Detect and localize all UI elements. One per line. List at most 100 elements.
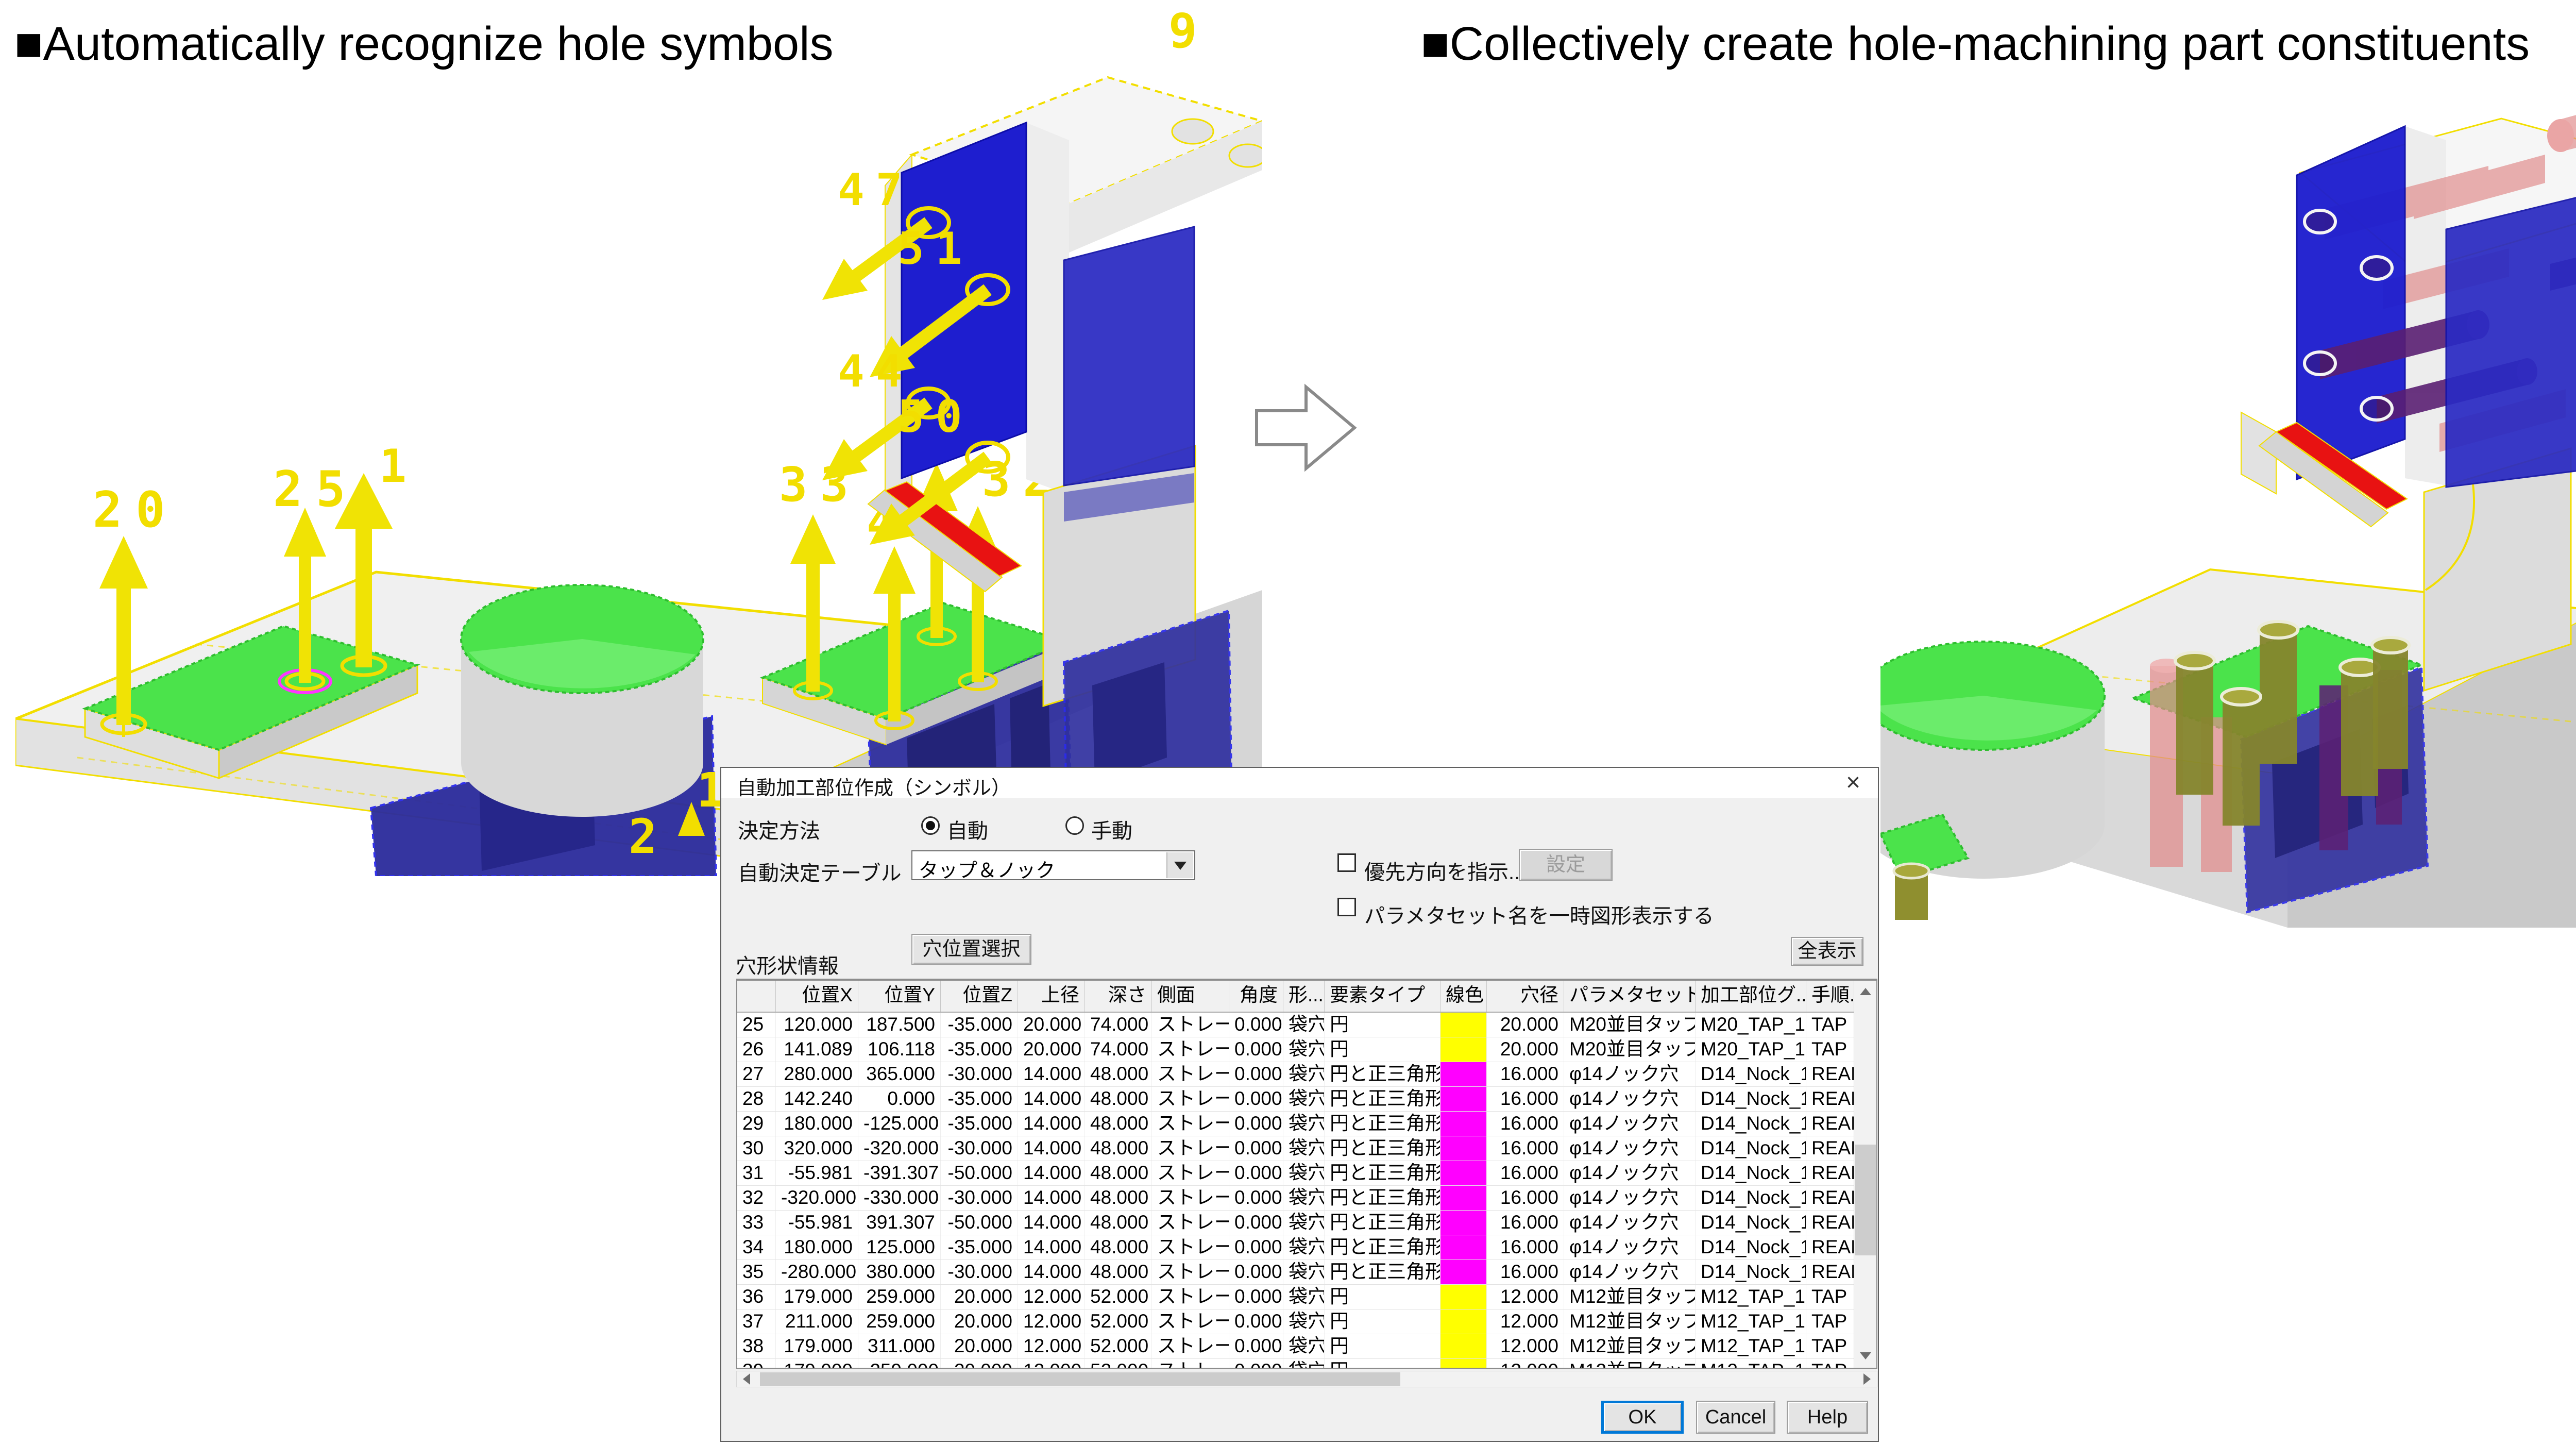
line-color-swatch (1440, 1334, 1486, 1358)
table-cell: M20_TAP_1 (1696, 1013, 1806, 1037)
table-row[interactable]: 25120.000187.500-35.00020.00074.000ストレート… (737, 1013, 1876, 1037)
vertical-scroll-thumb[interactable] (1855, 1145, 1876, 1255)
priority-direction-label[interactable]: 優先方向を指示... (1364, 855, 1526, 885)
radio-auto-label[interactable]: 自動 (947, 814, 988, 844)
paramset-display-label[interactable]: パラメタセット名を一時図形表示する (1364, 899, 1714, 929)
scroll-up-button[interactable] (1854, 981, 1877, 1003)
column-header[interactable]: 角度 (1229, 981, 1283, 1012)
show-all-button[interactable]: 全表示 (1791, 937, 1863, 966)
table-row[interactable]: 38179.000311.00020.00012.00052.000ストレート0… (737, 1334, 1876, 1359)
arrow-number: 51 (897, 223, 974, 275)
column-header[interactable]: 手順... (1806, 981, 1855, 1012)
help-button[interactable]: Help (1787, 1401, 1868, 1434)
table-cell: ストレート (1152, 1062, 1229, 1086)
table-row[interactable]: 36179.000259.00020.00012.00052.000ストレート0… (737, 1285, 1876, 1309)
table-row[interactable]: 26141.089106.118-35.00020.00074.000ストレート… (737, 1037, 1876, 1062)
horizontal-scroll-thumb[interactable] (760, 1372, 1400, 1386)
table-cell: 120.000 (776, 1013, 858, 1037)
column-header[interactable]: 形... (1283, 981, 1325, 1012)
blue-panel-right-face (1064, 227, 1194, 485)
table-cell: REAM (1806, 1087, 1855, 1111)
table-row[interactable]: 32-320.000-330.000-30.00014.00048.000ストレ… (737, 1186, 1876, 1211)
column-header[interactable]: 位置X (776, 981, 858, 1012)
vertical-scrollbar[interactable] (1854, 981, 1876, 1368)
column-header[interactable]: 側面 (1152, 981, 1229, 1012)
table-cell: REAM (1806, 1186, 1855, 1210)
column-header[interactable]: 穴径 (1487, 981, 1564, 1012)
table-cell: 16.000 (1487, 1112, 1564, 1136)
method-label: 決定方法 (738, 814, 820, 844)
table-cell: 29 (737, 1112, 776, 1136)
dropdown-button[interactable] (1166, 852, 1193, 878)
column-header[interactable]: パラメタセット (1564, 981, 1696, 1012)
column-header[interactable]: 線色 (1440, 981, 1487, 1012)
table-cell: REAM (1806, 1260, 1855, 1284)
ok-button[interactable]: OK (1601, 1401, 1684, 1434)
hole-position-select-button[interactable]: 穴位置選択 (911, 934, 1031, 965)
table-cell: 袋穴 (1283, 1087, 1325, 1111)
table-row[interactable]: 35-280.000380.000-30.00014.00048.000ストレー… (737, 1260, 1876, 1285)
paramset-display-checkbox[interactable] (1337, 898, 1356, 916)
table-cell: REAM (1806, 1211, 1855, 1235)
table-row[interactable]: 39179.000-259.00020.00012.00052.000ストレート… (737, 1359, 1876, 1369)
radio-manual[interactable] (1065, 816, 1084, 835)
column-header[interactable]: 上径 (1018, 981, 1085, 1012)
table-cell: 74.000 (1085, 1037, 1152, 1062)
screenshot-root: ■Automatically recognize hole symbols ■C… (0, 0, 2576, 1444)
hole-table: 位置X位置Y位置Z上径深さ側面角度形...要素タイプ線色穴径パラメタセット加工部… (736, 979, 1877, 1369)
column-header[interactable]: 加工部位グ... (1696, 981, 1806, 1012)
table-cell: 36 (737, 1285, 776, 1309)
table-cell: 円 (1325, 1013, 1440, 1037)
radio-auto[interactable] (921, 816, 940, 835)
table-cell: REAM (1806, 1112, 1855, 1136)
table-row[interactable]: 28142.2400.000-35.00014.00048.000ストレート0.… (737, 1087, 1876, 1112)
table-cell: 280.000 (776, 1062, 858, 1086)
radio-manual-label[interactable]: 手動 (1091, 814, 1132, 844)
table-cell: 48.000 (1085, 1260, 1152, 1284)
table-cell: -30.000 (941, 1260, 1018, 1284)
table-cell: 0.000 (1229, 1087, 1283, 1111)
table-cell: 48.000 (1085, 1062, 1152, 1086)
table-row[interactable]: 30320.000-320.000-30.00014.00048.000ストレー… (737, 1136, 1876, 1161)
table-cell: M12_TAP_1 (1696, 1285, 1806, 1309)
scroll-right-icon[interactable] (1863, 1373, 1871, 1385)
olive-cylinder (2341, 667, 2378, 796)
table-cell: 0.000 (1229, 1211, 1283, 1235)
settings-button[interactable]: 設定 (1519, 849, 1613, 881)
arrow-number: 25 (273, 461, 359, 518)
line-color-cell (1440, 1013, 1487, 1037)
table-row[interactable]: 29180.000-125.000-35.00014.00048.000ストレー… (737, 1112, 1876, 1136)
table-cell: 袋穴 (1283, 1334, 1325, 1358)
line-color-swatch (1440, 1037, 1486, 1062)
table-cell: ストレート (1152, 1359, 1229, 1369)
scroll-left-icon[interactable] (743, 1373, 750, 1385)
cancel-button[interactable]: Cancel (1696, 1401, 1775, 1434)
table-row[interactable]: 33-55.981391.307-50.00014.00048.000ストレート… (737, 1211, 1876, 1235)
close-icon[interactable]: × (1846, 768, 1860, 798)
table-cell: 20.000 (1487, 1037, 1564, 1062)
auto-table-dropdown[interactable]: タップ＆ノック (911, 850, 1195, 880)
table-cell: 33 (737, 1211, 776, 1235)
table-cell: REAM (1806, 1161, 1855, 1185)
table-row[interactable]: 37211.000259.00020.00012.00052.000ストレート0… (737, 1309, 1876, 1334)
scroll-down-button[interactable] (1854, 1345, 1877, 1368)
table-cell: 35 (737, 1260, 776, 1284)
hole-ring (2304, 352, 2335, 375)
column-header[interactable] (737, 981, 776, 1012)
column-header[interactable]: 位置Z (941, 981, 1018, 1012)
table-cell: D14_Nock_1 (1696, 1186, 1806, 1210)
column-header[interactable]: 位置Y (858, 981, 941, 1012)
column-header[interactable]: 深さ (1085, 981, 1152, 1012)
table-cell: 円 (1325, 1037, 1440, 1062)
transition-arrow-icon (1253, 379, 1362, 477)
table-row[interactable]: 34180.000125.000-35.00014.00048.000ストレート… (737, 1235, 1876, 1260)
priority-direction-checkbox[interactable] (1337, 853, 1356, 872)
column-header[interactable]: 要素タイプ (1325, 981, 1440, 1012)
table-cell: M20並目タップ (1564, 1037, 1696, 1062)
horizontal-scrollbar[interactable] (736, 1371, 1877, 1387)
table-row[interactable]: 27280.000365.000-30.00014.00048.000ストレート… (737, 1062, 1876, 1087)
table-row[interactable]: 31-55.981-391.307-50.00014.00048.000ストレー… (737, 1161, 1876, 1186)
dialog-titlebar[interactable]: 自動加工部位作成（シンボル） × (721, 768, 1878, 798)
table-cell: D14_Nock_1 (1696, 1211, 1806, 1235)
table-cell: 円と正三角形 (1325, 1112, 1440, 1136)
